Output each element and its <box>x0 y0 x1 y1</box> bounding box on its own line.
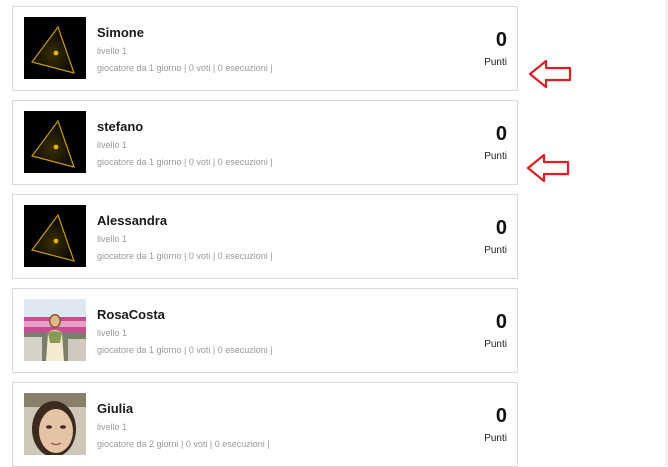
points-value: 0 <box>495 405 507 427</box>
points-value: 0 <box>495 123 507 145</box>
player-card[interactable]: RosaCosta livello 1 giocatore da 1 giorn… <box>12 288 518 373</box>
left-arrow-icon <box>528 59 572 89</box>
points-value: 0 <box>495 217 507 239</box>
player-level: livello 1 <box>97 422 128 432</box>
avatar[interactable] <box>24 393 86 455</box>
player-stats: giocatore da 2 giorni | 0 voti | 0 esecu… <box>97 439 270 449</box>
left-arrow-icon <box>526 153 570 183</box>
avatar[interactable] <box>24 17 86 79</box>
player-card[interactable]: Alessandra livello 1 giocatore da 1 gior… <box>12 194 518 279</box>
avatar[interactable] <box>24 205 86 267</box>
player-stats: giocatore da 1 giorno | 0 voti | 0 esecu… <box>97 157 273 167</box>
player-level: livello 1 <box>97 328 128 338</box>
player-stats: giocatore da 1 giorno | 0 voti | 0 esecu… <box>97 63 273 73</box>
points-label: Punti <box>484 57 507 68</box>
points-label: Punti <box>484 245 507 256</box>
player-card[interactable]: Giulia livello 1 giocatore da 2 giorni |… <box>12 382 518 467</box>
player-name[interactable]: Alessandra <box>97 213 167 229</box>
player-card[interactable]: stefano livello 1 giocatore da 1 giorno … <box>12 100 518 185</box>
player-level: livello 1 <box>97 46 128 56</box>
avatar[interactable] <box>24 299 86 361</box>
player-stats: giocatore da 1 giorno | 0 voti | 0 esecu… <box>97 345 273 355</box>
points-value: 0 <box>495 311 507 333</box>
points-label: Punti <box>484 151 507 162</box>
player-name[interactable]: stefano <box>97 119 143 135</box>
avatar[interactable] <box>24 111 86 173</box>
points-label: Punti <box>484 339 507 350</box>
player-stats: giocatore da 1 giorno | 0 voti | 0 esecu… <box>97 251 273 261</box>
player-name[interactable]: Simone <box>97 25 144 41</box>
player-name[interactable]: Giulia <box>97 401 133 417</box>
points-value: 0 <box>495 29 507 51</box>
player-level: livello 1 <box>97 140 128 150</box>
points-label: Punti <box>484 433 507 444</box>
player-name[interactable]: RosaCosta <box>97 307 165 323</box>
player-card[interactable]: Simone livello 1 giocatore da 1 giorno |… <box>12 6 518 91</box>
player-level: livello 1 <box>97 234 128 244</box>
